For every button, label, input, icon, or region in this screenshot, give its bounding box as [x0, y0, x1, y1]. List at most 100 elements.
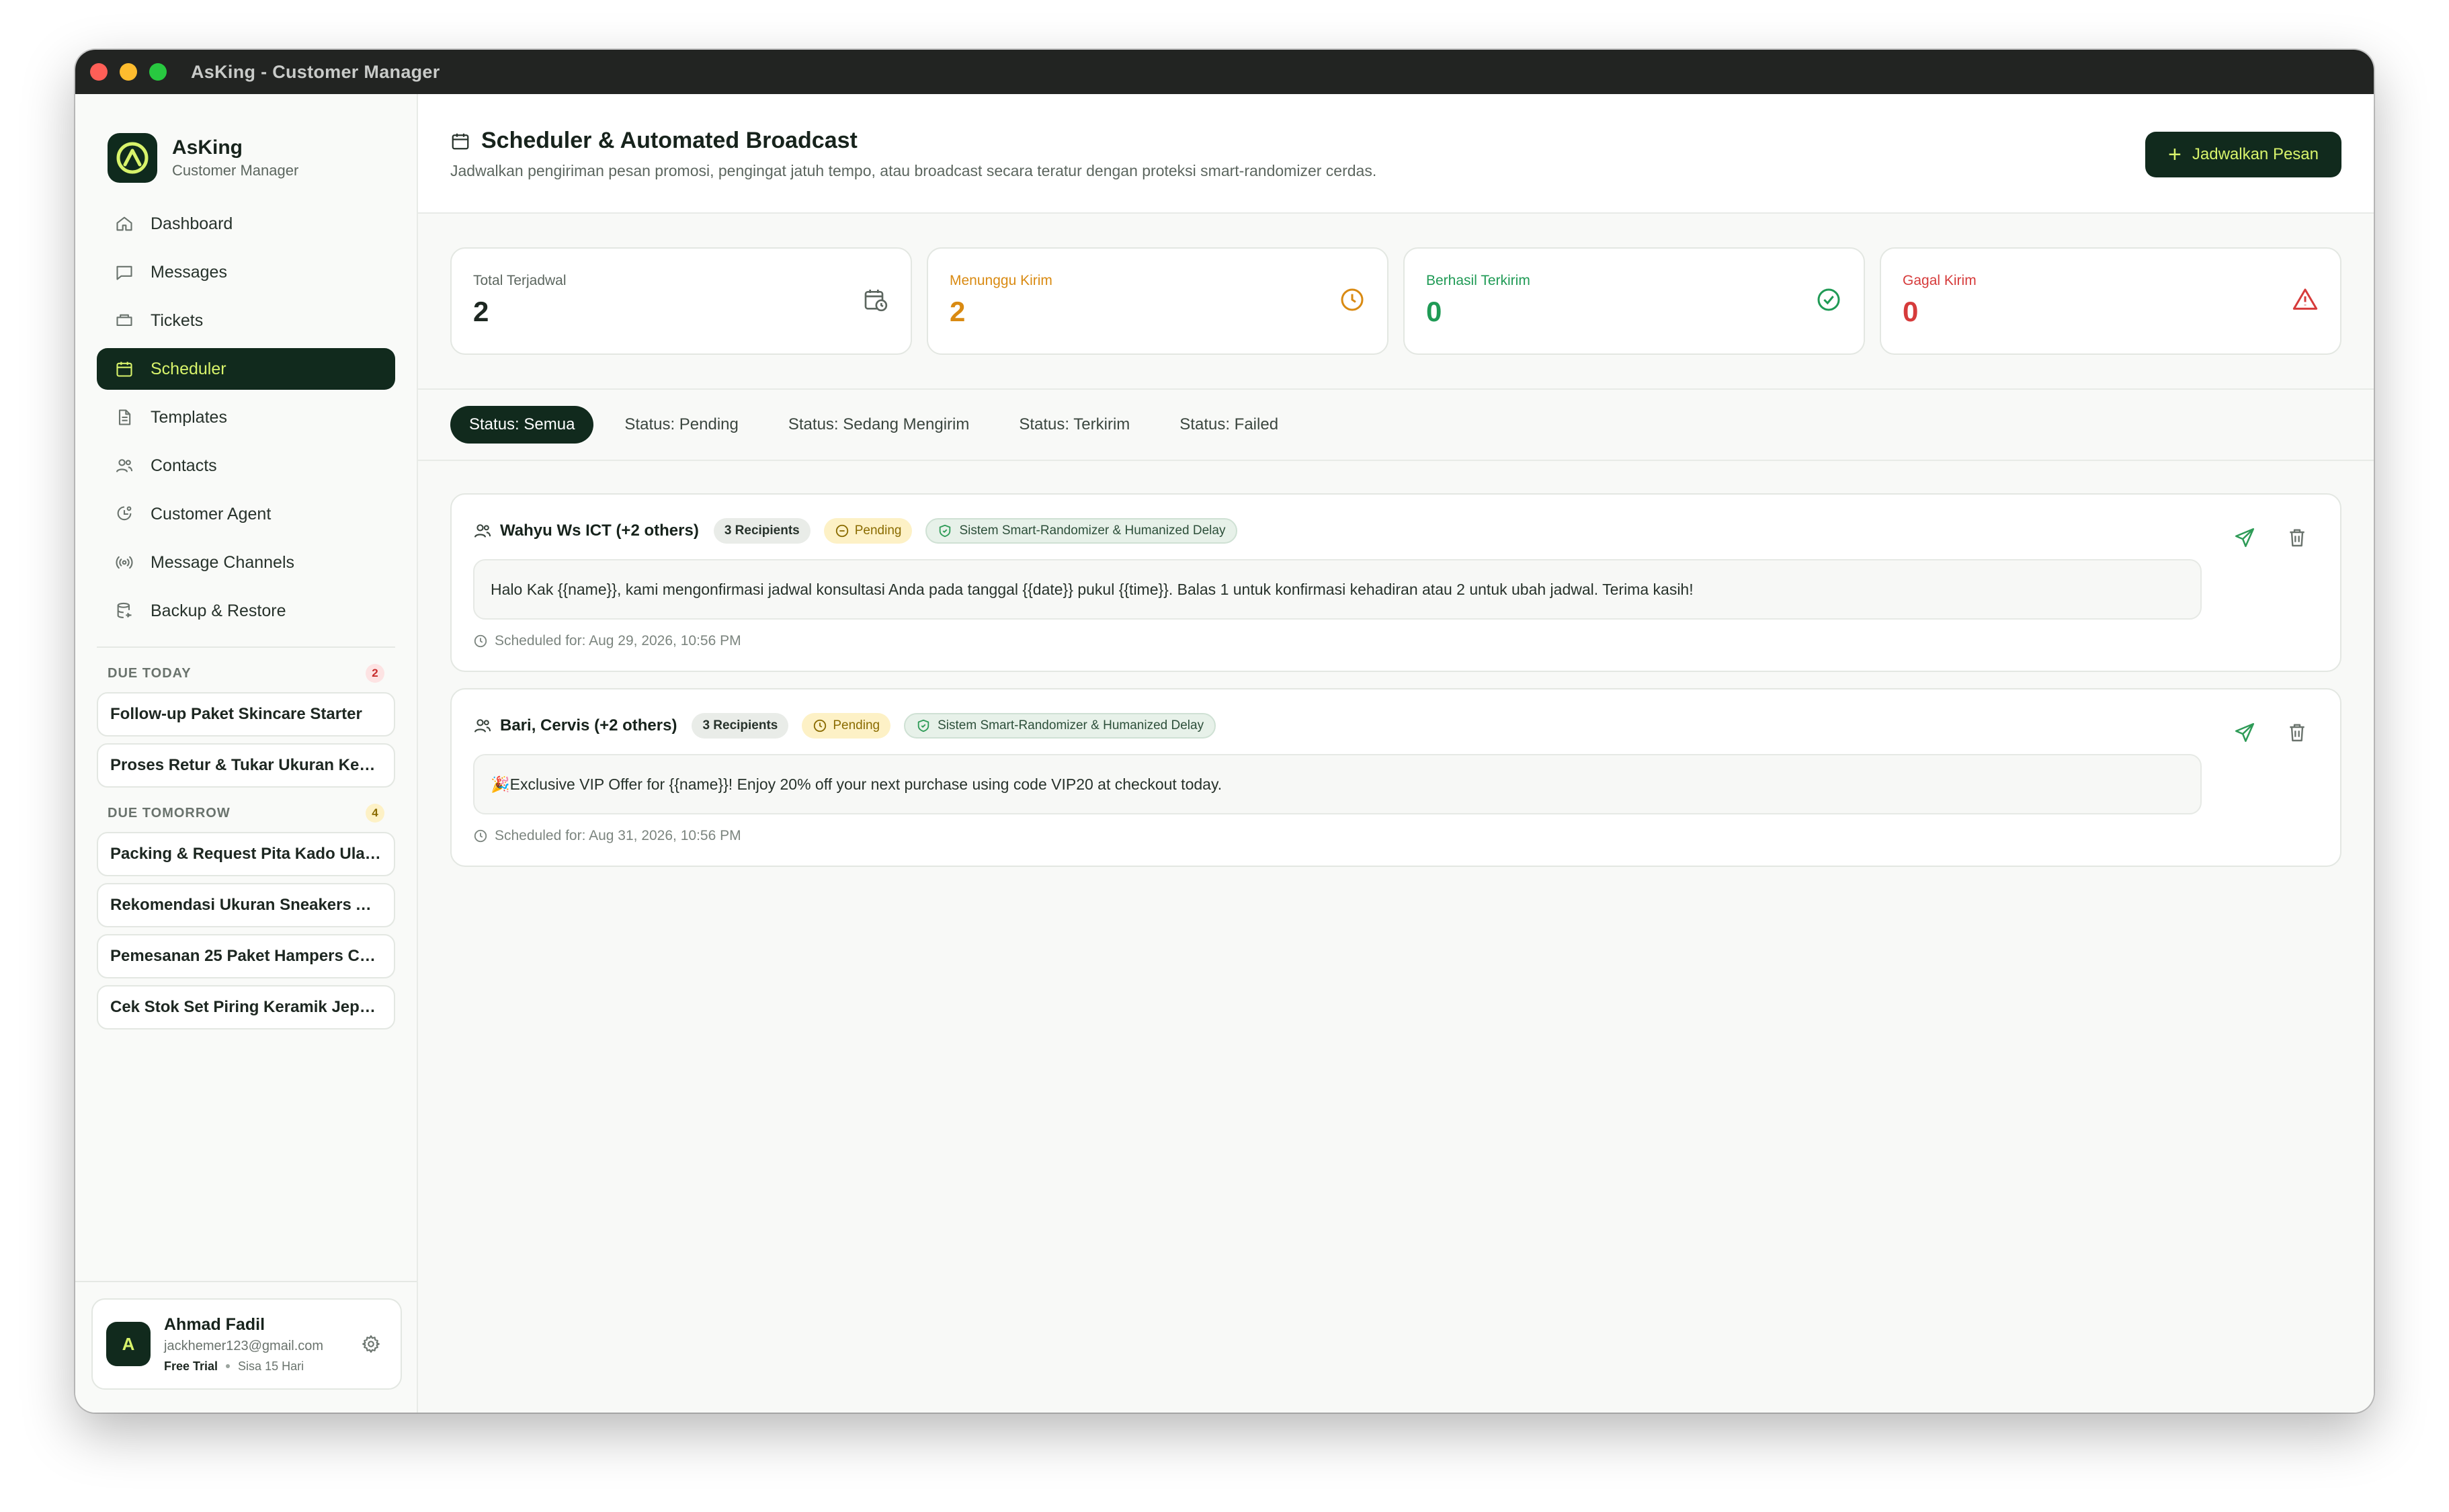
due-today-item[interactable]: Proses Retur & Tukar Ukuran Kemeja — [97, 743, 395, 788]
stat-card-pending: Menunggu Kirim 2 — [927, 247, 1388, 355]
clock-icon — [1339, 286, 1366, 313]
due-today-item[interactable]: Follow-up Paket Skincare Starter — [97, 692, 395, 737]
brand-subtitle: Customer Manager — [172, 162, 299, 179]
schedule-message-label: Jadwalkan Pesan — [2192, 145, 2319, 163]
main-content: Scheduler & Automated Broadcast Jadwalka… — [418, 94, 2374, 1413]
protection-badge: Sistem Smart-Randomizer & Humanized Dela… — [904, 713, 1216, 739]
clock-icon — [473, 829, 488, 843]
message-body: Halo Kak {{name}}, kami mengonfirmasi ja… — [473, 559, 2202, 620]
protection-label: Sistem Smart-Randomizer & Humanized Dela… — [959, 523, 1226, 538]
stat-card-total: Total Terjadwal 2 — [450, 247, 912, 355]
due-item-label: Proses Retur & Tukar Ukuran Kemeja — [110, 756, 382, 774]
sidebar-item-customer-agent[interactable]: Customer Agent — [97, 493, 395, 535]
sidebar-item-label: Backup & Restore — [151, 601, 286, 620]
scheduled-message-card: Bari, Cervis (+2 others) 3 Recipients Pe… — [450, 688, 2341, 867]
protection-label: Sistem Smart-Randomizer & Humanized Dela… — [938, 718, 1204, 732]
users-icon — [473, 716, 492, 735]
status-badge: Pending — [823, 518, 913, 544]
sidebar-item-scheduler[interactable]: Scheduler — [97, 348, 395, 390]
calendar-icon — [450, 131, 470, 151]
close-window-button[interactable] — [90, 63, 108, 81]
ticket-icon — [113, 309, 136, 332]
scheduled-message-card: Wahyu Ws ICT (+2 others) 3 Recipients Pe… — [450, 493, 2341, 672]
gear-icon[interactable] — [358, 1331, 384, 1357]
sidebar-item-dashboard[interactable]: Dashboard — [97, 203, 395, 245]
sidebar-item-backup-restore[interactable]: Backup & Restore — [97, 590, 395, 632]
stat-label: Total Terjadwal — [473, 273, 567, 288]
stats-row: Total Terjadwal 2 Menunggu Kirim 2 Berha… — [418, 214, 2374, 355]
protection-badge: Sistem Smart-Randomizer & Humanized Dela… — [925, 518, 1238, 544]
logo-icon — [108, 133, 157, 183]
status-label: Pending — [854, 523, 902, 538]
check-circle-icon — [1815, 286, 1842, 313]
shield-icon — [938, 523, 952, 538]
minimize-window-button[interactable] — [120, 63, 137, 81]
due-tomorrow-item[interactable]: Packing & Request Pita Kado Ulang Tahun — [97, 832, 395, 876]
sidebar-item-messages[interactable]: Messages — [97, 251, 395, 293]
page-title: Scheduler & Automated Broadcast — [481, 128, 858, 153]
status-label: Pending — [833, 718, 880, 732]
maximize-window-button[interactable] — [149, 63, 167, 81]
due-tomorrow-section: DUE TOMORROW 4 Packing & Request Pita Ka… — [75, 794, 417, 1030]
calendar-clock-icon — [862, 286, 889, 313]
sidebar-nav: Dashboard Messages Tickets Scheduler Tem… — [75, 203, 417, 632]
user-email: jackhemer123@gmail.com — [164, 1338, 324, 1353]
stat-card-failed: Gagal Kirim 0 — [1880, 247, 2341, 355]
sidebar: AsKing Customer Manager Dashboard Messag… — [75, 94, 418, 1413]
due-tomorrow-count-badge: 4 — [366, 804, 384, 823]
due-tomorrow-item[interactable]: Pemesanan 25 Paket Hampers Corporate — [97, 934, 395, 978]
due-today-title: DUE TODAY — [108, 665, 192, 681]
due-item-label: Rekomendasi Ukuran Sneakers Anak — [110, 896, 382, 914]
send-now-icon[interactable] — [2231, 524, 2258, 551]
chat-icon — [113, 261, 136, 284]
page-header: Scheduler & Automated Broadcast Jadwalka… — [418, 94, 2374, 214]
filter-all[interactable]: Status: Semua — [450, 406, 594, 444]
sidebar-item-tickets[interactable]: Tickets — [97, 300, 395, 341]
status-filter-bar: Status: Semua Status: Pending Status: Se… — [418, 388, 2374, 461]
stat-label: Gagal Kirim — [1903, 273, 1977, 288]
users-icon — [473, 521, 492, 540]
filter-sent[interactable]: Status: Terkirim — [1000, 406, 1149, 444]
recipient-count-badge: 3 Recipients — [713, 518, 811, 544]
due-item-label: Pemesanan 25 Paket Hampers Corporate — [110, 947, 382, 965]
send-now-icon[interactable] — [2231, 719, 2258, 746]
schedule-message-button[interactable]: + Jadwalkan Pesan — [2145, 132, 2341, 177]
recipients-label: Wahyu Ws ICT (+2 others) — [500, 521, 699, 540]
agent-icon — [113, 503, 136, 526]
home-icon — [113, 212, 136, 235]
filter-pending[interactable]: Status: Pending — [606, 406, 757, 444]
pending-icon — [813, 718, 827, 733]
broadcast-icon — [113, 551, 136, 574]
sidebar-item-label: Scheduler — [151, 359, 226, 378]
sidebar-item-label: Message Channels — [151, 552, 295, 572]
sidebar-item-contacts[interactable]: Contacts — [97, 445, 395, 487]
sidebar-item-templates[interactable]: Templates — [97, 396, 395, 438]
due-item-label: Packing & Request Pita Kado Ulang Tahun — [110, 845, 382, 863]
page-description: Jadwalkan pengiriman pesan promosi, peng… — [450, 162, 1377, 179]
document-icon — [113, 406, 136, 429]
scheduled-message-list: Wahyu Ws ICT (+2 others) 3 Recipients Pe… — [418, 461, 2374, 867]
trash-icon[interactable] — [2284, 719, 2311, 746]
due-tomorrow-item[interactable]: Rekomendasi Ukuran Sneakers Anak — [97, 883, 395, 927]
trial-remaining: Sisa 15 Hari — [238, 1359, 304, 1373]
due-tomorrow-item[interactable]: Cek Stok Set Piring Keramik Jepang — [97, 985, 395, 1030]
stat-value: 2 — [950, 296, 966, 327]
brand: AsKing Customer Manager — [75, 94, 417, 195]
brand-name: AsKing — [172, 136, 243, 159]
sidebar-item-message-channels[interactable]: Message Channels — [97, 542, 395, 583]
plan-label: Free Trial — [164, 1359, 218, 1373]
filter-failed[interactable]: Status: Failed — [1161, 406, 1297, 444]
scheduled-time: Scheduled for: Aug 31, 2026, 10:56 PM — [495, 828, 741, 843]
sidebar-item-label: Customer Agent — [151, 504, 272, 523]
trash-icon[interactable] — [2284, 524, 2311, 551]
user-card[interactable]: A Ahmad Fadil jackhemer123@gmail.com Fre… — [91, 1298, 402, 1390]
scheduled-time: Scheduled for: Aug 29, 2026, 10:56 PM — [495, 633, 741, 648]
sidebar-item-label: Messages — [151, 262, 227, 282]
filter-sending[interactable]: Status: Sedang Mengirim — [770, 406, 988, 444]
recipients-label: Bari, Cervis (+2 others) — [500, 716, 677, 734]
due-today-section: DUE TODAY 2 Follow-up Paket Skincare Sta… — [75, 655, 417, 788]
sidebar-item-label: Contacts — [151, 456, 217, 475]
alert-triangle-icon — [2292, 286, 2319, 313]
recipient-count-badge: 3 Recipients — [692, 713, 789, 739]
separator-dot — [226, 1364, 231, 1368]
